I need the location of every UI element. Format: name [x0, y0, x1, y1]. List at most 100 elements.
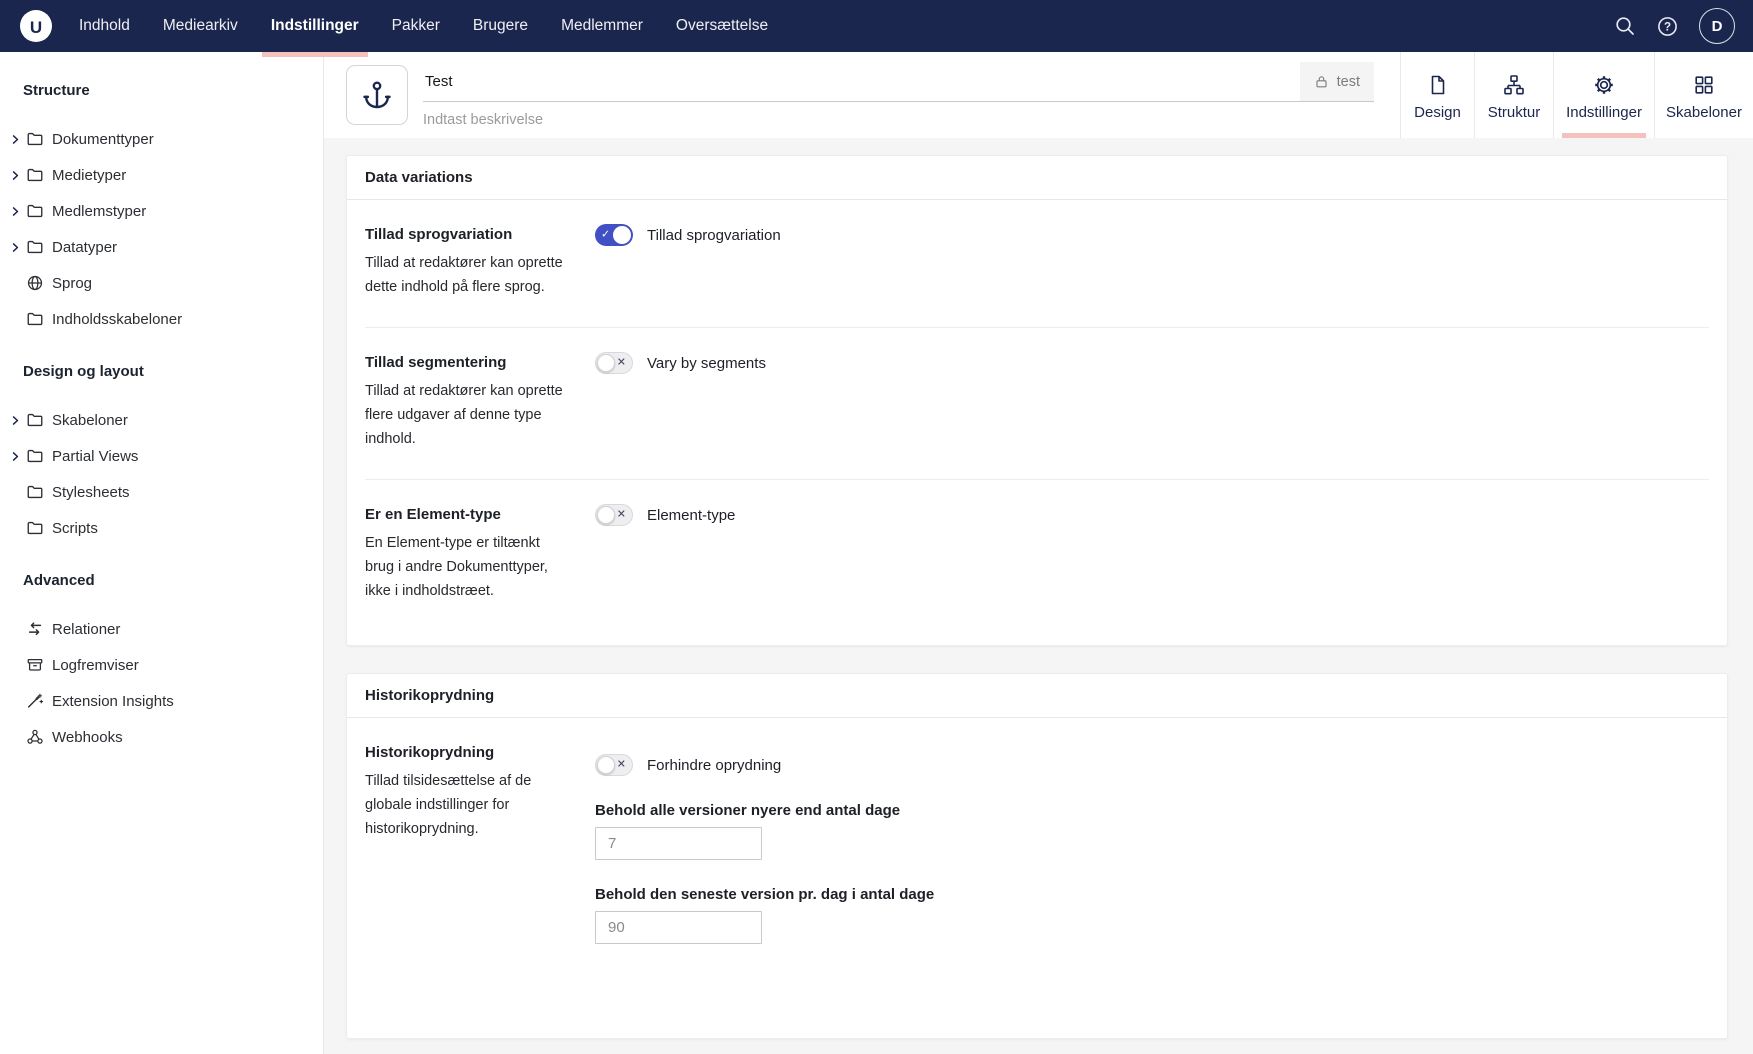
sidebar-item-logfremviser[interactable]: Logfremviser	[0, 647, 323, 683]
name-input[interactable]	[423, 62, 1300, 101]
sidebar-item-label: Scripts	[52, 520, 98, 537]
property-label-column: Historikoprydning Tillad tilsidesættelse…	[365, 742, 570, 944]
toggle-knob	[597, 756, 615, 774]
settings-content: Data variations Tillad sprogvariation Ti…	[324, 138, 1753, 1054]
nav-item-mediearkiv[interactable]: Mediearkiv	[163, 0, 238, 52]
toggle-state-icon: ✕	[617, 510, 626, 521]
property-description: Tillad at redaktører kan oprette flere u…	[365, 379, 570, 451]
nav-item-brugere[interactable]: Brugere	[473, 0, 528, 52]
sidebar-item-label: Webhooks	[52, 729, 123, 746]
toggle-vary-by-segments[interactable]: ✕	[595, 352, 633, 374]
sidebar-item-skabeloner[interactable]: Skabeloner	[0, 402, 323, 438]
tab-label: Design	[1414, 104, 1461, 121]
card-header: Historikoprydning	[347, 674, 1727, 718]
sidebar-item-label: Extension Insights	[52, 693, 174, 710]
sidebar-item-scripts[interactable]: Scripts	[0, 510, 323, 546]
sidebar-item-dokumenttyper[interactable]: Dokumenttyper	[0, 121, 323, 157]
property-row-er-en-element-type: Er en Element-type En Element-type er ti…	[365, 480, 1709, 631]
chevron-right-icon[interactable]	[9, 133, 23, 146]
sidebar-item-relationer[interactable]: Relationer	[0, 611, 323, 647]
lock-icon	[1314, 74, 1329, 89]
sidebar-section-design-og-layout: Design og layout Skabeloner Partial View…	[0, 363, 323, 546]
document-type-anchor-icon-button[interactable]	[346, 65, 408, 125]
sidebar-item-label: Relationer	[52, 621, 120, 638]
webhook-icon	[26, 728, 45, 746]
property-label-column: Tillad segmentering Tillad at redaktører…	[365, 352, 570, 451]
tab-struktur[interactable]: Struktur	[1474, 52, 1553, 138]
chevron-right-icon[interactable]	[9, 205, 23, 218]
avatar-initial: D	[1712, 18, 1723, 35]
sidebar-item-label: Partial Views	[52, 448, 138, 465]
relations-arrows-icon	[26, 620, 45, 638]
workspace: test Design Struktur Indstillinger	[324, 52, 1753, 1054]
property-editor-column: ✕ Forhindre oprydning Behold alle versio…	[595, 742, 1709, 944]
nav-item-pakker[interactable]: Pakker	[392, 0, 440, 52]
card-historikoprydning: Historikoprydning Historikoprydning Till…	[346, 673, 1728, 1039]
toggle-knob	[597, 354, 615, 372]
nav-item-oversaettelse[interactable]: Oversættelse	[676, 0, 768, 52]
sidebar-item-label: Medlemstyper	[52, 203, 146, 220]
sidebar-item-label: Stylesheets	[52, 484, 130, 501]
property-editor-column: ✕ Element-type	[595, 504, 1709, 603]
tab-skabeloner[interactable]: Skabeloner	[1654, 52, 1753, 138]
toggle-state-icon: ✕	[617, 358, 626, 369]
toggle-row: ✕ Element-type	[595, 504, 1709, 526]
property-row-historikoprydning: Historikoprydning Tillad tilsidesættelse…	[365, 718, 1709, 972]
nav-item-indstillinger[interactable]: Indstillinger	[271, 0, 359, 52]
tab-label: Struktur	[1488, 104, 1541, 121]
svg-text:?: ?	[1664, 21, 1671, 33]
logo-letter: U	[30, 19, 42, 36]
toggle-element-type[interactable]: ✕	[595, 504, 633, 526]
sidebar-item-extension-insights[interactable]: Extension Insights	[0, 683, 323, 719]
chevron-right-icon[interactable]	[9, 414, 23, 427]
alias-badge[interactable]: test	[1300, 62, 1374, 101]
chevron-right-icon[interactable]	[9, 450, 23, 463]
sidebar-item-medlemstyper[interactable]: Medlemstyper	[0, 193, 323, 229]
sidebar-section-advanced: Advanced Relationer Logfremviser Extensi…	[0, 572, 323, 755]
toggle-forhindre-oprydning[interactable]: ✕	[595, 754, 633, 776]
sidebar-section-title: Advanced	[23, 572, 323, 589]
sidebar-item-label: Sprog	[52, 275, 92, 292]
sidebar-item-stylesheets[interactable]: Stylesheets	[0, 474, 323, 510]
user-avatar[interactable]: D	[1699, 8, 1735, 44]
wand-icon	[26, 692, 45, 710]
sidebar-item-label: Logfremviser	[52, 657, 139, 674]
input-keep-latest-version-days[interactable]	[595, 911, 762, 944]
tab-design[interactable]: Design	[1400, 52, 1474, 138]
help-icon[interactable]: ?	[1657, 16, 1678, 37]
chevron-right-icon[interactable]	[9, 241, 23, 254]
toggle-label: Tillad sprogvariation	[647, 227, 781, 244]
folder-icon	[26, 447, 45, 465]
settings-tree-sidebar: Structure Dokumenttyper Medietyper Medle…	[0, 52, 324, 1054]
tab-indstillinger[interactable]: Indstillinger	[1553, 52, 1654, 138]
document-type-header: test Design Struktur Indstillinger	[324, 52, 1753, 138]
folder-icon	[26, 130, 45, 148]
nav-item-indhold[interactable]: Indhold	[79, 0, 130, 52]
property-row-tillad-sprogvariation: Tillad sprogvariation Tillad at redaktør…	[365, 200, 1709, 328]
chevron-right-icon[interactable]	[9, 169, 23, 182]
property-editor-column: ✓ Tillad sprogvariation	[595, 224, 1709, 299]
property-row-tillad-segmentering: Tillad segmentering Tillad at redaktører…	[365, 328, 1709, 480]
sidebar-item-indholdsskabeloner[interactable]: Indholdsskabeloner	[0, 301, 323, 337]
sidebar-item-partial-views[interactable]: Partial Views	[0, 438, 323, 474]
sidebar-item-datatyper[interactable]: Datatyper	[0, 229, 323, 265]
toggle-row: ✕ Vary by segments	[595, 352, 1709, 374]
sidebar-item-webhooks[interactable]: Webhooks	[0, 719, 323, 755]
sidebar-item-sprog[interactable]: Sprog	[0, 265, 323, 301]
nav-item-medlemmer[interactable]: Medlemmer	[561, 0, 643, 52]
folder-icon	[26, 310, 45, 328]
description-input[interactable]	[423, 112, 1374, 128]
sidebar-item-medietyper[interactable]: Medietyper	[0, 157, 323, 193]
globe-icon	[26, 274, 45, 292]
grid-icon	[1692, 73, 1716, 97]
alias-text: test	[1337, 74, 1360, 90]
toggle-tillad-sprogvariation[interactable]: ✓	[595, 224, 633, 246]
sidebar-section-title: Design og layout	[23, 363, 323, 380]
input-keep-all-versions-days[interactable]	[595, 827, 762, 860]
property-label: Tillad sprogvariation	[365, 224, 570, 246]
top-nav-right: ? D	[1614, 8, 1735, 44]
umbraco-logo-icon[interactable]: U	[20, 10, 52, 42]
top-navigation: U Indhold Mediearkiv Indstillinger Pakke…	[0, 0, 1753, 52]
property-editor-column: ✕ Vary by segments	[595, 352, 1709, 451]
search-icon[interactable]	[1614, 15, 1636, 37]
